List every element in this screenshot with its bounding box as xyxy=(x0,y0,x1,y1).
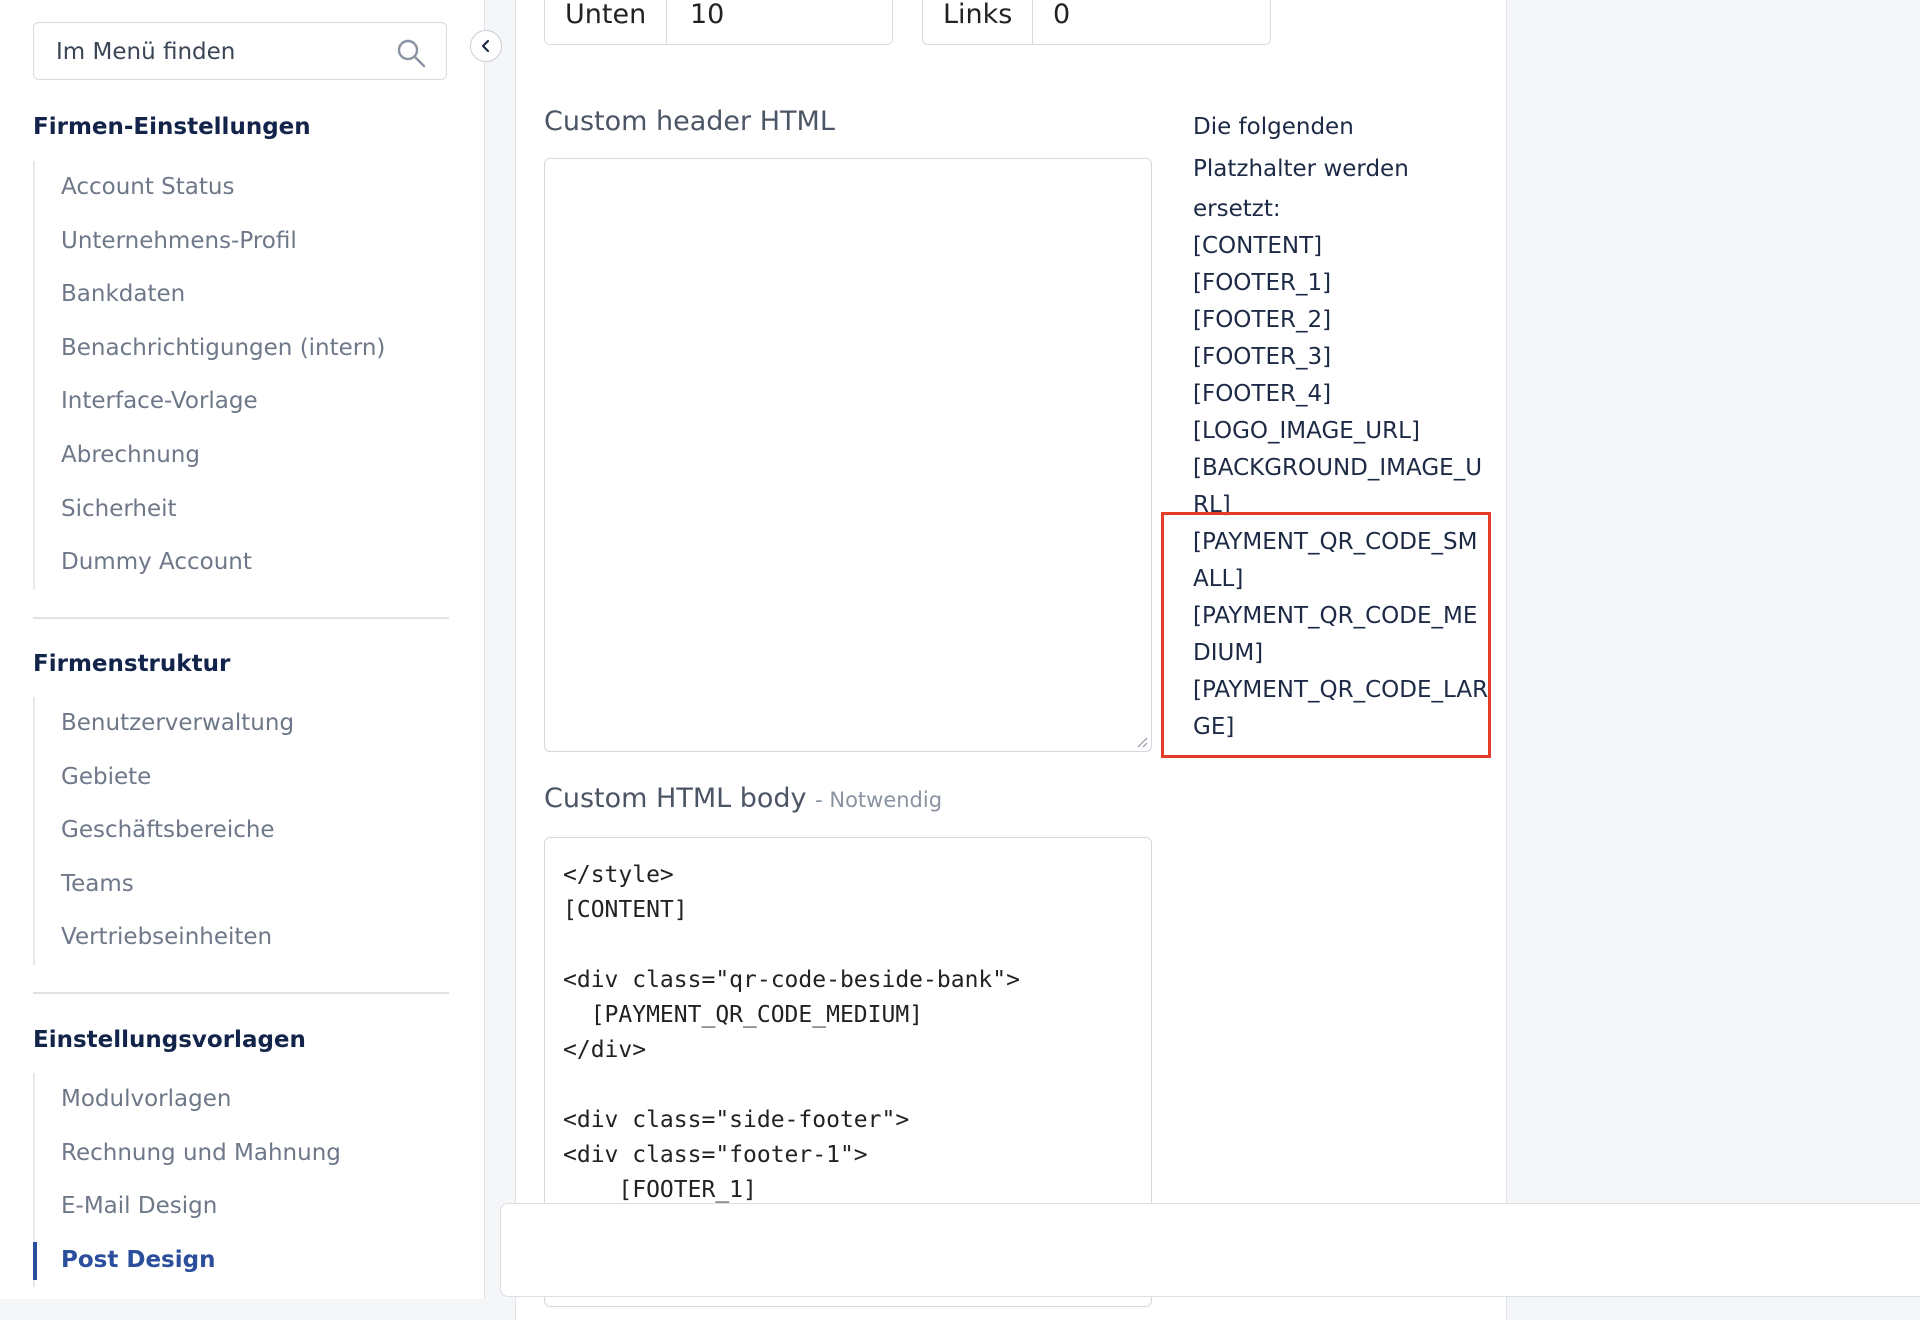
custom-body-textarea-content[interactable]: </style> [CONTENT] <div class="qr-code-b… xyxy=(545,838,1151,1228)
collapse-sidebar-button[interactable] xyxy=(470,30,502,62)
sidebar-item-modulvorlagen[interactable]: Modulvorlagen xyxy=(35,1073,451,1127)
sidebar-item-geschaeftsbereiche[interactable]: Geschäftsbereiche xyxy=(35,804,451,858)
sidebar-item-rechnung-und-mahnung[interactable]: Rechnung und Mahnung xyxy=(35,1127,451,1181)
sidebar-divider xyxy=(33,617,449,619)
section-title-firmen-einstellungen: Firmen-Einstellungen xyxy=(33,114,311,140)
sidebar-item-unternehmens-profil[interactable]: Unternehmens-Profil xyxy=(35,215,451,269)
margin-bottom-label: Unten xyxy=(545,0,668,44)
margin-left-label: Links xyxy=(923,0,1034,44)
nav-group-einstellungsvorlagen: Modulvorlagen Rechnung und Mahnung E-Mai… xyxy=(33,1073,451,1288)
sidebar-item-gebiete[interactable]: Gebiete xyxy=(35,751,451,805)
custom-header-textarea-content[interactable] xyxy=(545,159,1151,199)
sidebar-item-email-design[interactable]: E-Mail Design xyxy=(35,1180,451,1234)
sidebar-item-bankdaten[interactable]: Bankdaten xyxy=(35,268,451,322)
sidebar-item-dummy-account[interactable]: Dummy Account xyxy=(35,536,451,590)
sidebar-item-interface-vorlage[interactable]: Interface-Vorlage xyxy=(35,375,451,429)
section-title-firmenstruktur: Firmenstruktur xyxy=(33,651,231,677)
sidebar-item-vertriebseinheiten[interactable]: Vertriebseinheiten xyxy=(35,911,451,965)
section-title-einstellungsvorlagen: Einstellungsvorlagen xyxy=(33,1027,306,1053)
placeholder-item: [FOOTER_4] xyxy=(1193,381,1332,407)
sidebar-item-abrechnung[interactable]: Abrechnung xyxy=(35,429,451,483)
placeholder-item: [FOOTER_3] xyxy=(1193,344,1332,370)
sidebar-item-benutzerverwaltung[interactable]: Benutzerverwaltung xyxy=(35,697,451,751)
resize-grip-icon[interactable] xyxy=(1136,736,1148,748)
sidebar-divider xyxy=(33,992,449,994)
placeholder-item: [LOGO_IMAGE_URL] xyxy=(1193,418,1420,444)
custom-header-textarea[interactable] xyxy=(544,158,1152,752)
placeholder-item: [FOOTER_2] xyxy=(1193,307,1332,333)
custom-body-label: Custom HTML body - Notwendig xyxy=(544,783,942,814)
menu-search-input[interactable] xyxy=(54,23,398,81)
placeholder-intro-line: Die folgenden xyxy=(1193,114,1354,140)
margin-left-field[interactable]: Links 0 xyxy=(922,0,1271,45)
custom-body-label-text: Custom HTML body xyxy=(544,783,807,814)
sidebar: Firmen-Einstellungen Account Status Unte… xyxy=(0,0,485,1299)
sidebar-item-post-design[interactable]: Post Design xyxy=(33,1234,451,1288)
required-hint: - Notwendig xyxy=(815,788,943,812)
placeholder-intro-line: ersetzt: xyxy=(1193,196,1281,222)
placeholder-item: [FOOTER_1] xyxy=(1193,270,1332,296)
qr-code-placeholders-highlight xyxy=(1161,512,1491,758)
custom-header-label-text: Custom header HTML xyxy=(544,106,835,137)
search-icon[interactable] xyxy=(396,38,426,68)
bottom-action-bar xyxy=(500,1203,1920,1297)
margin-bottom-field[interactable]: Unten 10 xyxy=(544,0,893,45)
sidebar-item-account-status[interactable]: Account Status xyxy=(35,161,451,215)
sidebar-item-benachrichtigungen[interactable]: Benachrichtigungen (intern) xyxy=(35,322,451,376)
chevron-left-icon xyxy=(481,39,490,53)
margin-bottom-value[interactable]: 10 xyxy=(690,0,724,44)
sidebar-item-sicherheit[interactable]: Sicherheit xyxy=(35,483,451,537)
nav-group-firmenstruktur: Benutzerverwaltung Gebiete Geschäftsbere… xyxy=(33,697,451,965)
menu-search-box[interactable] xyxy=(33,22,447,81)
sidebar-item-teams[interactable]: Teams xyxy=(35,858,451,912)
nav-group-firmen-einstellungen: Account Status Unternehmens-Profil Bankd… xyxy=(33,161,451,590)
custom-header-label: Custom header HTML xyxy=(544,106,835,137)
placeholder-item: [CONTENT] xyxy=(1193,233,1323,259)
placeholder-intro-line: Platzhalter werden xyxy=(1193,156,1409,182)
margin-left-value[interactable]: 0 xyxy=(1053,0,1070,44)
